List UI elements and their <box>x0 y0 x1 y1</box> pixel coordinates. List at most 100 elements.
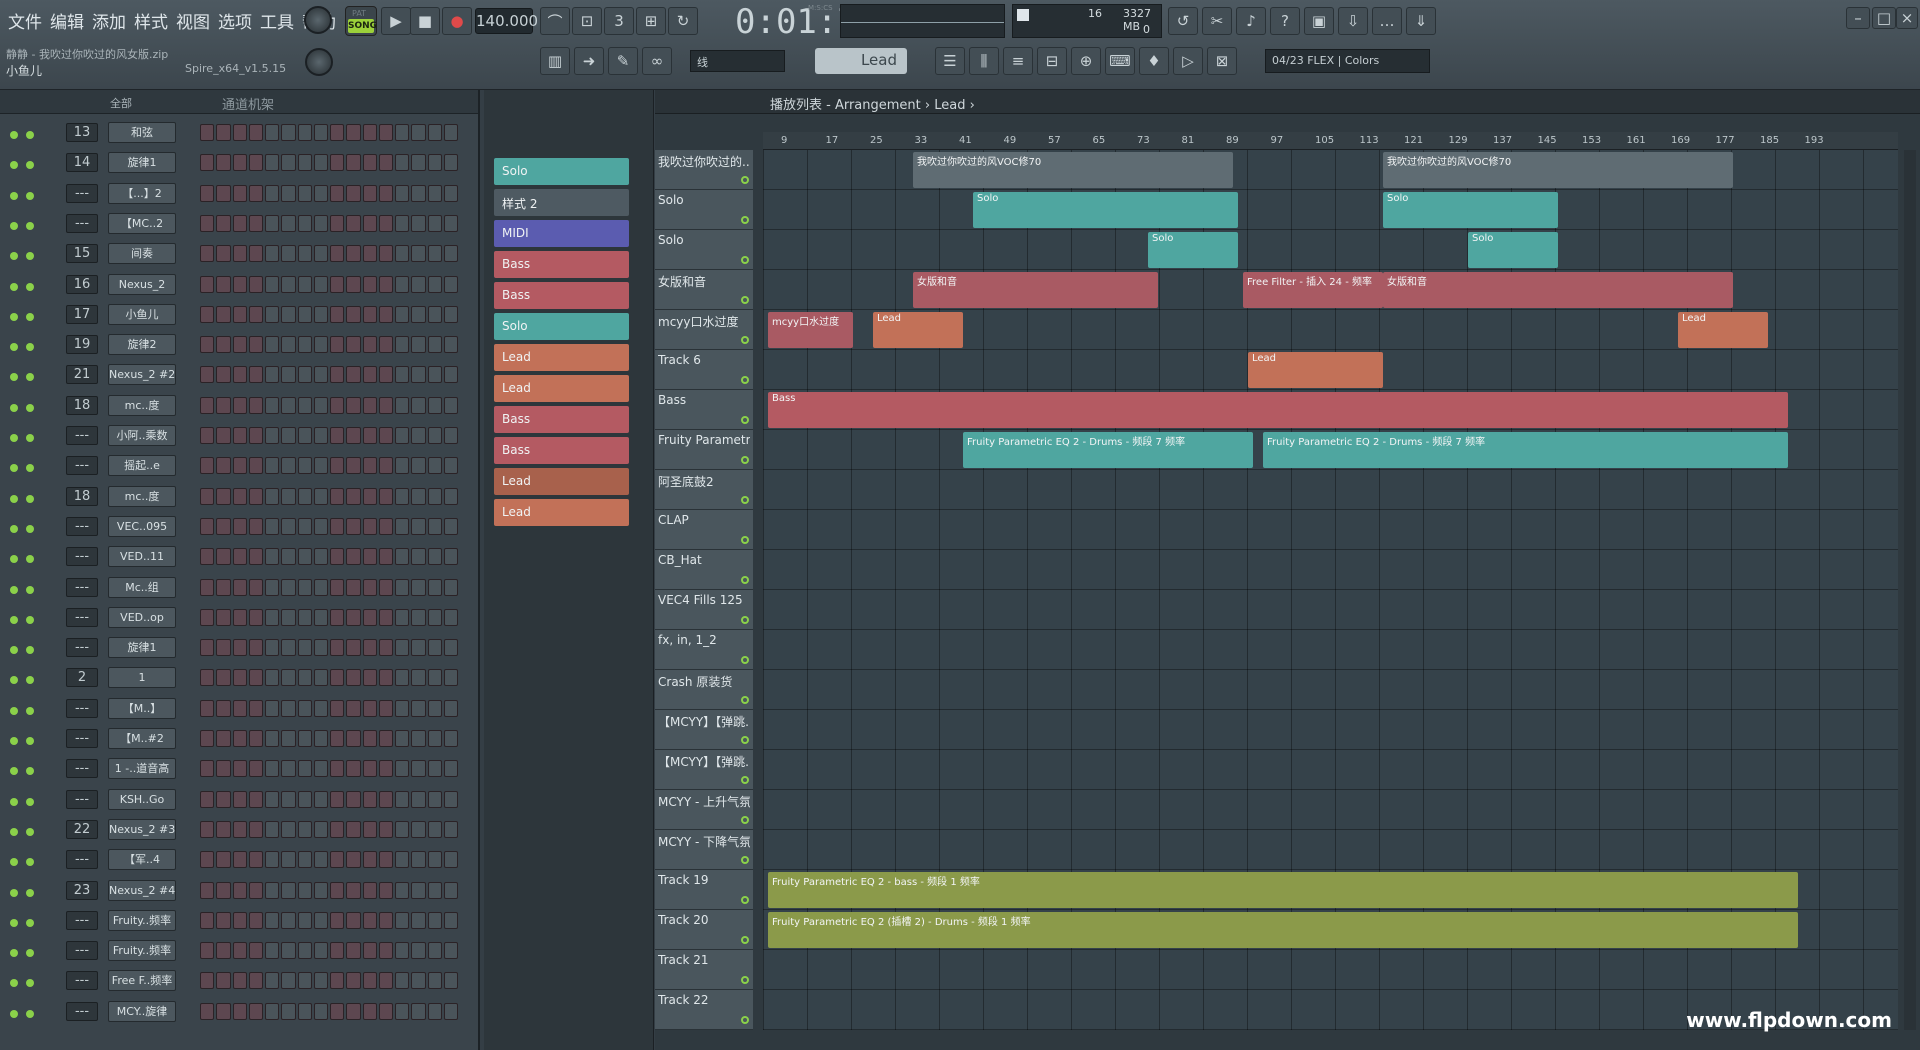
step-button[interactable] <box>265 730 280 747</box>
menu-pattern[interactable]: 样式 <box>132 8 170 33</box>
chat-button[interactable]: … <box>1372 7 1402 35</box>
channel-name-button[interactable]: 旋律1 <box>108 637 176 659</box>
step-button[interactable] <box>232 639 247 657</box>
mute-led-icon[interactable] <box>10 524 18 533</box>
step-button[interactable] <box>313 154 328 172</box>
mixer-track-number[interactable]: --- <box>66 850 98 870</box>
step-button[interactable] <box>346 669 361 687</box>
mute-led-icon[interactable] <box>10 585 18 594</box>
solo-led-icon[interactable] <box>26 555 34 564</box>
step-button[interactable] <box>248 578 263 596</box>
step-button[interactable] <box>232 396 247 414</box>
step-button[interactable] <box>200 487 215 505</box>
channel-name-button[interactable]: Nexus_2 #4 <box>108 879 176 901</box>
channel-filter[interactable]: 全部 <box>110 95 132 111</box>
channel-row[interactable]: --- Mc..组 <box>0 575 470 600</box>
step-button[interactable] <box>427 942 442 960</box>
step-button[interactable] <box>281 608 296 626</box>
track-header[interactable]: 我吹过你吹过的... <box>655 150 753 190</box>
step-button[interactable] <box>216 548 231 566</box>
step-button[interactable] <box>297 820 312 838</box>
step-button[interactable] <box>330 911 345 929</box>
step-button[interactable] <box>297 911 312 929</box>
mixer-track-number[interactable]: --- <box>66 971 98 991</box>
track-header[interactable]: mcyy口水过度 <box>655 310 753 350</box>
channel-row[interactable]: --- 【M..】 <box>0 696 470 721</box>
step-button[interactable] <box>346 366 361 384</box>
solo-led-icon[interactable] <box>26 221 34 230</box>
step-button[interactable] <box>216 214 231 232</box>
step-button[interactable] <box>346 305 361 323</box>
step-button[interactable] <box>297 1002 312 1020</box>
channel-row[interactable]: --- Fruity..频率 <box>0 908 470 933</box>
mixer-track-number[interactable]: 18 <box>66 395 98 415</box>
channel-name-button[interactable]: Nexus_2 #2 <box>108 364 176 386</box>
step-button[interactable] <box>395 911 410 929</box>
step-button[interactable] <box>265 245 280 263</box>
step-button[interactable] <box>297 517 312 535</box>
mixer-track-number[interactable]: --- <box>66 729 98 748</box>
step-button[interactable] <box>330 457 345 475</box>
step-button[interactable] <box>216 820 231 838</box>
solo-led-icon[interactable] <box>26 191 34 200</box>
pattern-item[interactable]: Lead <box>494 499 629 526</box>
step-button[interactable] <box>200 396 215 414</box>
step-button[interactable] <box>427 730 442 747</box>
step-button[interactable] <box>297 548 312 566</box>
step-button[interactable] <box>313 790 328 808</box>
step-button[interactable] <box>395 699 410 717</box>
pattern-item[interactable]: Lead <box>494 344 629 371</box>
channel-leds[interactable] <box>10 825 58 836</box>
step-button[interactable] <box>200 669 215 687</box>
step-button[interactable] <box>330 154 345 172</box>
step-button[interactable] <box>378 669 393 687</box>
channel-row[interactable]: 14 旋律1 <box>0 150 470 175</box>
mute-led-icon[interactable] <box>10 646 18 655</box>
step-button[interactable] <box>411 336 426 354</box>
step-button[interactable] <box>346 699 361 717</box>
mixer-track-number[interactable]: 23 <box>66 880 98 900</box>
channel-name-button[interactable]: MCY..旋律 <box>108 1000 176 1022</box>
step-button[interactable] <box>362 881 377 899</box>
pencil-button[interactable]: ✎ <box>608 47 638 75</box>
step-button[interactable] <box>443 214 458 232</box>
solo-led-icon[interactable] <box>26 676 34 685</box>
step-button[interactable] <box>200 972 215 990</box>
step-button[interactable] <box>313 124 328 141</box>
step-button[interactable] <box>281 730 296 747</box>
step-button[interactable] <box>411 911 426 929</box>
playlist-clip[interactable]: Fruity Parametric EQ 2 - bass - 频段 1 频率 <box>768 872 1798 908</box>
solo-led-icon[interactable] <box>26 646 34 655</box>
step-button[interactable] <box>330 881 345 899</box>
solo-led-icon[interactable] <box>26 464 34 473</box>
step-button[interactable] <box>330 972 345 990</box>
solo-led-icon[interactable] <box>26 979 34 988</box>
step-button[interactable] <box>443 366 458 384</box>
channel-name-button[interactable]: Fruity..频率 <box>108 940 176 962</box>
step-button[interactable] <box>313 245 328 263</box>
step-button[interactable] <box>427 639 442 657</box>
channel-name-button[interactable]: mc..度 <box>108 485 176 507</box>
step-button[interactable] <box>411 427 426 444</box>
mixer-track-number[interactable]: --- <box>66 456 98 476</box>
step-button[interactable] <box>411 275 426 293</box>
pattern-item[interactable]: Bass <box>494 406 629 433</box>
step-button[interactable] <box>427 699 442 717</box>
playlist-clip[interactable]: 女版和音 <box>913 272 1158 308</box>
step-button[interactable] <box>362 972 377 990</box>
step-button[interactable] <box>378 214 393 232</box>
track-header[interactable]: Crash 原装货 <box>655 670 753 710</box>
step-button[interactable] <box>395 305 410 323</box>
step-button[interactable] <box>378 760 393 778</box>
step-button[interactable] <box>378 305 393 323</box>
step-button[interactable] <box>297 245 312 263</box>
step-button[interactable] <box>411 245 426 263</box>
step-button[interactable] <box>232 851 247 869</box>
mixer-track-number[interactable]: --- <box>66 426 98 445</box>
step-button[interactable] <box>378 487 393 505</box>
channel-leds[interactable] <box>10 492 58 503</box>
step-button[interactable] <box>427 124 442 141</box>
step-button[interactable] <box>216 730 231 747</box>
channel-row[interactable]: --- VED..11 <box>0 544 470 569</box>
step-button[interactable] <box>281 760 296 778</box>
